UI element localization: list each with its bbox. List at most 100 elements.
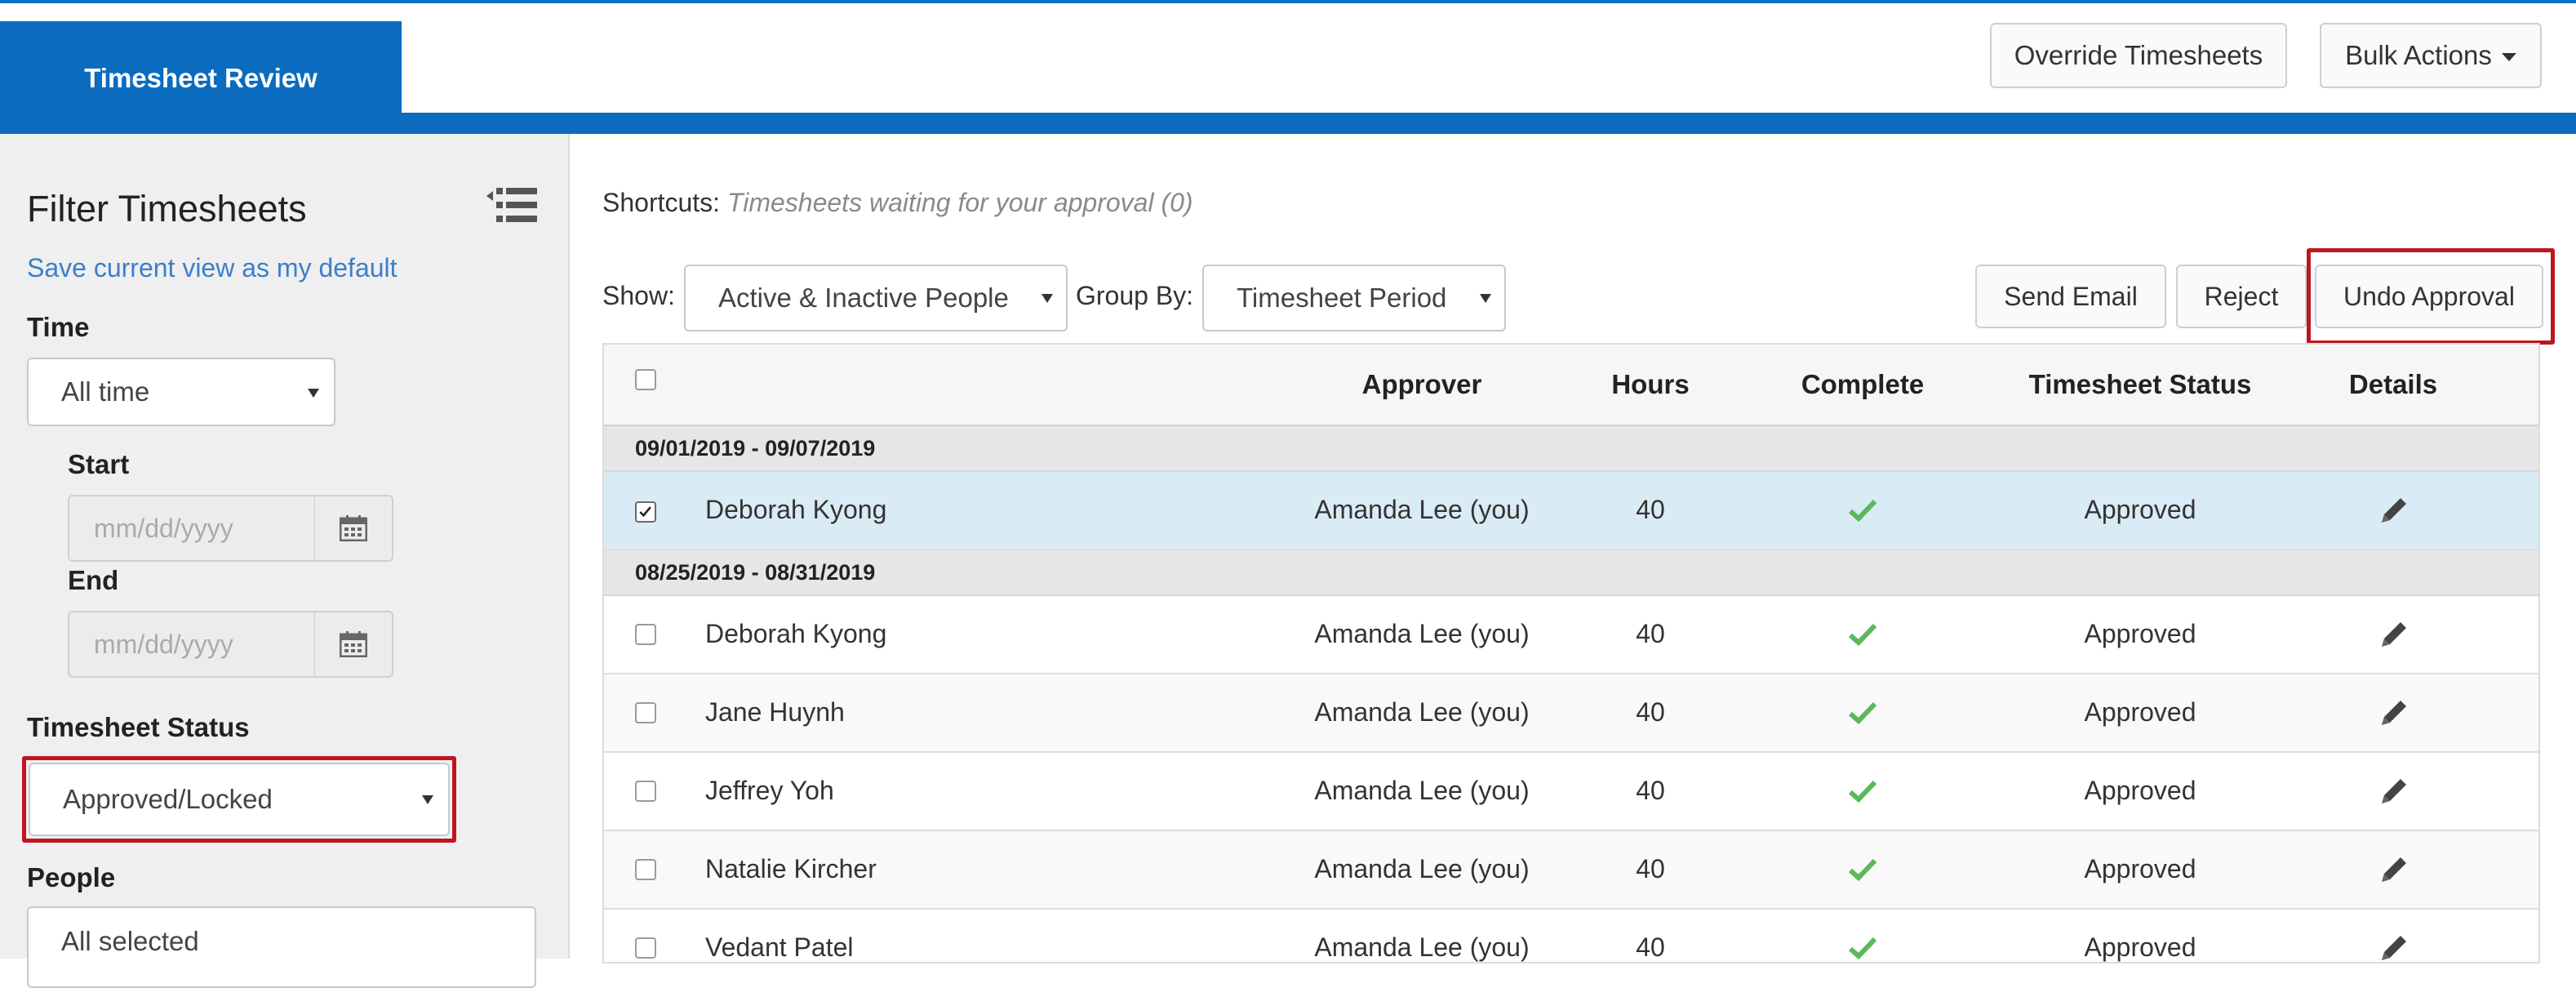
show-label: Show: — [602, 281, 675, 310]
people-label: People — [27, 862, 116, 892]
send-email-button[interactable]: Send Email — [1975, 265, 2166, 328]
column-header-hours[interactable]: Hours — [1593, 369, 1708, 400]
complete-check-icon — [1848, 623, 1877, 647]
row-approver: Amanda Lee (you) — [1314, 619, 1530, 648]
chevron-down-icon — [308, 389, 319, 398]
shortcuts-label: Shortcuts: — [602, 188, 721, 217]
time-select-value: All time — [61, 376, 150, 407]
complete-check-icon — [1848, 937, 1877, 960]
chevron-down-icon — [422, 795, 433, 804]
shortcuts-line: Shortcuts: Timesheets waiting for your a… — [602, 188, 1193, 218]
row-hours: 40 — [1636, 776, 1665, 805]
time-select[interactable]: All time — [27, 358, 335, 426]
time-label: Time — [27, 312, 90, 342]
row-status: Approved — [2084, 776, 2196, 805]
edit-pencil-icon[interactable] — [2378, 932, 2409, 964]
filter-sidebar: Filter Timesheets Save current view as m… — [0, 134, 570, 988]
table-row[interactable]: Natalie Kircher Amanda Lee (you) 40 Appr… — [604, 831, 2538, 910]
row-hours: 40 — [1636, 697, 1665, 727]
table-row[interactable]: Jane Huynh Amanda Lee (you) 40 Approved — [604, 674, 2538, 753]
group-header-row: 08/25/2019 - 08/31/2019 — [604, 550, 2538, 596]
table-header: Approver Hours Complete Timesheet Status… — [604, 345, 2538, 426]
column-header-complete[interactable]: Complete — [1781, 369, 1944, 400]
end-date-input[interactable]: mm/dd/yyyy — [68, 611, 316, 678]
row-hours: 40 — [1636, 854, 1665, 883]
row-status: Approved — [2084, 854, 2196, 883]
row-hours: 40 — [1636, 619, 1665, 648]
row-approver: Amanda Lee (you) — [1314, 495, 1530, 524]
filter-title: Filter Timesheets — [27, 188, 307, 229]
row-person-name: Jane Huynh — [705, 697, 845, 727]
edit-pencil-icon[interactable] — [2378, 697, 2409, 728]
start-calendar-button[interactable] — [315, 495, 393, 562]
tab-underline-bar — [0, 113, 2576, 134]
column-header-timesheet-status[interactable]: Timesheet Status — [2010, 369, 2271, 400]
complete-check-icon — [1848, 499, 1877, 523]
complete-check-icon — [1848, 858, 1877, 882]
end-label: End — [68, 565, 119, 595]
table-row[interactable]: Deborah Kyong Amanda Lee (you) 40 Approv… — [604, 596, 2538, 674]
end-date-placeholder: mm/dd/yyyy — [94, 629, 233, 659]
shortcut-waiting-approval-link[interactable]: Timesheets waiting for your approval (0) — [727, 188, 1193, 217]
row-person-name: Natalie Kircher — [705, 854, 877, 883]
edit-pencil-icon[interactable] — [2378, 854, 2409, 885]
column-header-details[interactable]: Details — [2320, 369, 2467, 400]
group-by-label: Group By: — [1076, 281, 1194, 310]
row-person-name: Deborah Kyong — [705, 495, 887, 524]
override-timesheets-button[interactable]: Override Timesheets — [1990, 23, 2287, 88]
end-calendar-button[interactable] — [315, 611, 393, 678]
timesheet-status-label: Timesheet Status — [27, 712, 250, 742]
bulk-actions-button[interactable]: Bulk Actions — [2320, 23, 2542, 88]
reject-button[interactable]: Reject — [2176, 265, 2307, 328]
chevron-down-icon — [1042, 294, 1053, 303]
row-person-name: Vedant Patel — [705, 932, 854, 962]
column-header-approver[interactable]: Approver — [1308, 369, 1536, 400]
show-select[interactable]: Active & Inactive People — [684, 265, 1068, 332]
row-status: Approved — [2084, 697, 2196, 727]
start-date-input[interactable]: mm/dd/yyyy — [68, 495, 316, 562]
edit-pencil-icon[interactable] — [2378, 495, 2409, 526]
timesheet-status-select[interactable]: Approved/Locked — [29, 763, 450, 836]
edit-pencil-icon[interactable] — [2378, 776, 2409, 807]
chevron-down-icon — [1480, 294, 1491, 303]
row-checkbox[interactable] — [635, 781, 656, 802]
timesheet-table: Approver Hours Complete Timesheet Status… — [602, 343, 2540, 964]
row-hours: 40 — [1636, 932, 1665, 962]
row-checkbox-checked[interactable] — [635, 501, 656, 523]
row-person-name: Jeffrey Yoh — [705, 776, 834, 805]
people-select-value: All selected — [61, 926, 199, 956]
save-default-link[interactable]: Save current view as my default — [27, 253, 398, 283]
row-hours: 40 — [1636, 495, 1665, 524]
start-label: Start — [68, 449, 130, 479]
undo-approval-button[interactable]: Undo Approval — [2315, 265, 2543, 328]
bulk-actions-label: Bulk Actions — [2345, 40, 2492, 70]
row-checkbox[interactable] — [635, 624, 656, 645]
table-row[interactable]: Jeffrey Yoh Amanda Lee (you) 40 Approved — [604, 753, 2538, 831]
row-approver: Amanda Lee (you) — [1314, 697, 1530, 727]
people-select[interactable]: All selected — [27, 906, 536, 988]
table-row[interactable]: Deborah Kyong Amanda Lee (you) 40 Approv… — [604, 472, 2538, 550]
group-by-select-value: Timesheet Period — [1237, 283, 1447, 313]
row-status: Approved — [2084, 932, 2196, 962]
row-checkbox[interactable] — [635, 859, 656, 880]
start-date-placeholder: mm/dd/yyyy — [94, 513, 233, 543]
edit-pencil-icon[interactable] — [2378, 619, 2409, 650]
collapse-list-icon[interactable] — [485, 186, 539, 224]
calendar-icon — [340, 515, 367, 541]
row-checkbox[interactable] — [635, 702, 656, 723]
row-checkbox[interactable] — [635, 937, 656, 959]
status-select-value: Approved/Locked — [63, 784, 273, 814]
row-status: Approved — [2084, 495, 2196, 524]
table-row[interactable]: Vedant Patel Amanda Lee (you) 40 Approve… — [604, 910, 2538, 964]
row-person-name: Deborah Kyong — [705, 619, 887, 648]
group-by-select[interactable]: Timesheet Period — [1202, 265, 1506, 332]
complete-check-icon — [1848, 780, 1877, 803]
select-all-checkbox[interactable] — [635, 369, 656, 390]
group-period-label: 08/25/2019 - 08/31/2019 — [635, 560, 876, 585]
calendar-icon — [340, 631, 367, 657]
row-approver: Amanda Lee (you) — [1314, 776, 1530, 805]
row-approver: Amanda Lee (you) — [1314, 932, 1530, 962]
row-status: Approved — [2084, 619, 2196, 648]
chevron-down-icon — [2501, 53, 2516, 61]
show-select-value: Active & Inactive People — [718, 283, 1009, 313]
